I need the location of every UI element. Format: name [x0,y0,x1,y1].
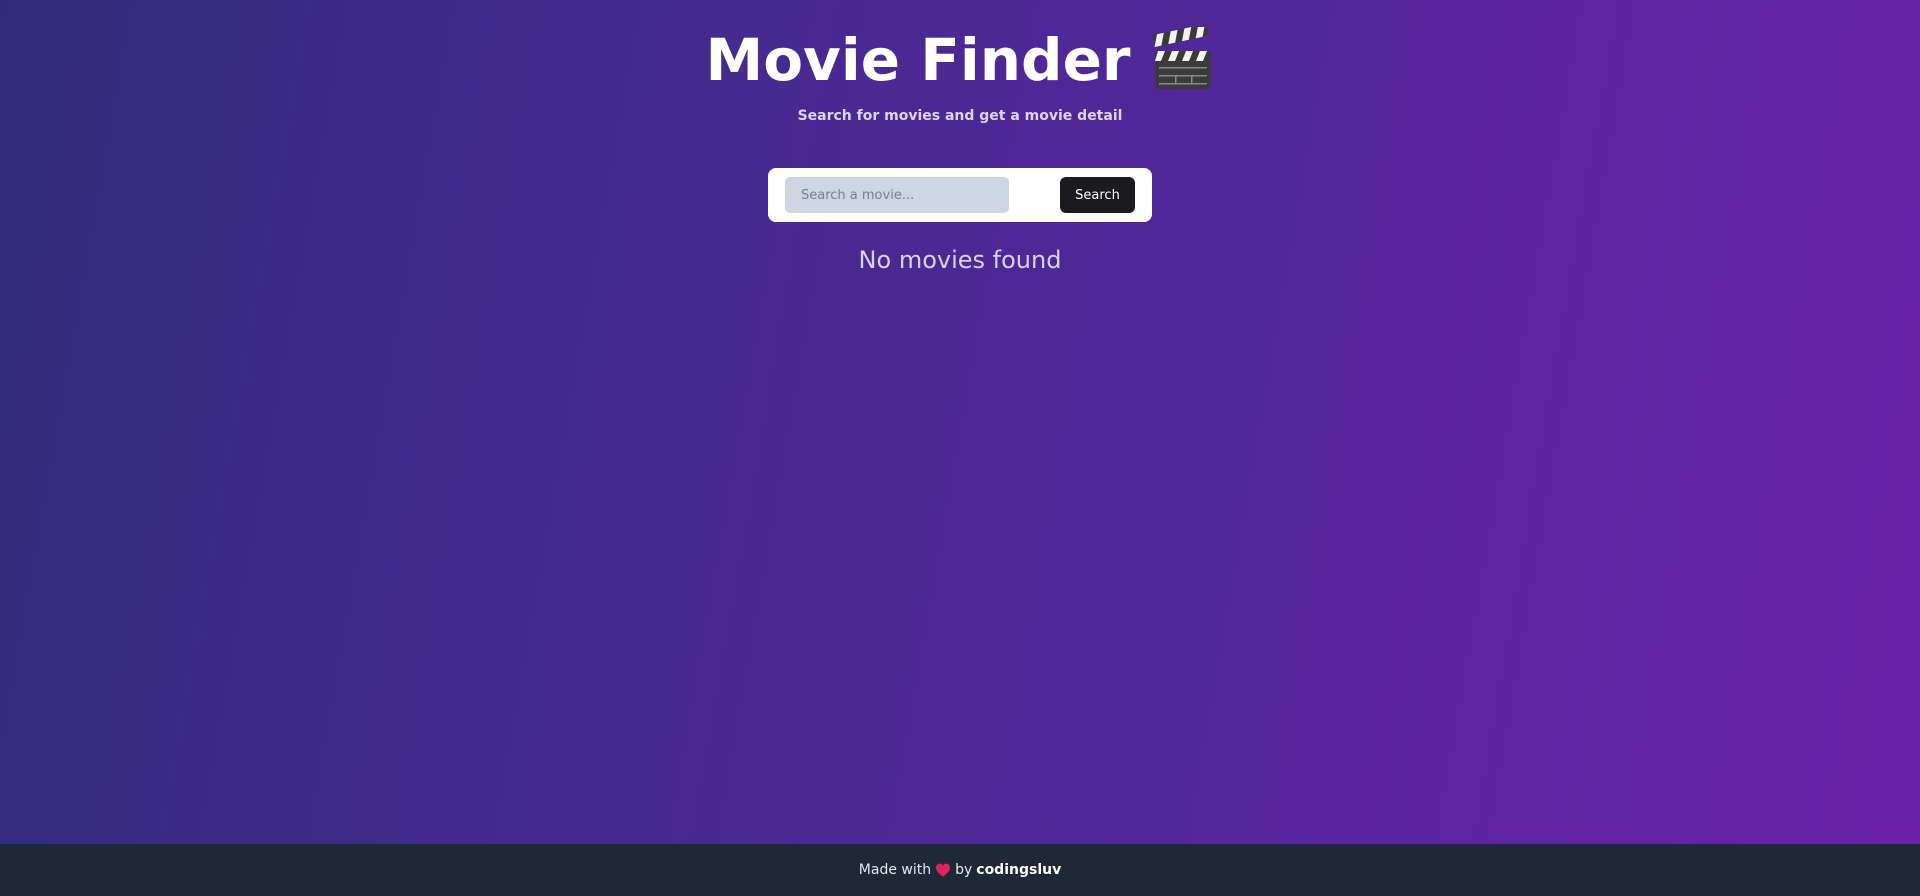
clapperboard-icon [1149,23,1215,93]
page-title: Movie Finder [705,26,1131,94]
search-button[interactable]: Search [1060,177,1135,213]
empty-results-message: No movies found [858,246,1062,274]
page-subtitle: Search for movies and get a movie detail [797,108,1123,124]
footer-by: by [955,862,973,878]
footer: Made with by codingsluv [0,844,1920,896]
header: Movie Finder Search for movies and get a… [0,23,1920,124]
search-input[interactable] [785,177,1009,213]
title-row: Movie Finder [705,23,1215,96]
main-area: Movie Finder Search for movies and get a… [0,0,1920,844]
footer-made-with: Made with [858,862,932,878]
footer-author: codingsluv [976,862,1062,878]
heart-icon [935,862,951,878]
search-card: Search [768,168,1152,222]
